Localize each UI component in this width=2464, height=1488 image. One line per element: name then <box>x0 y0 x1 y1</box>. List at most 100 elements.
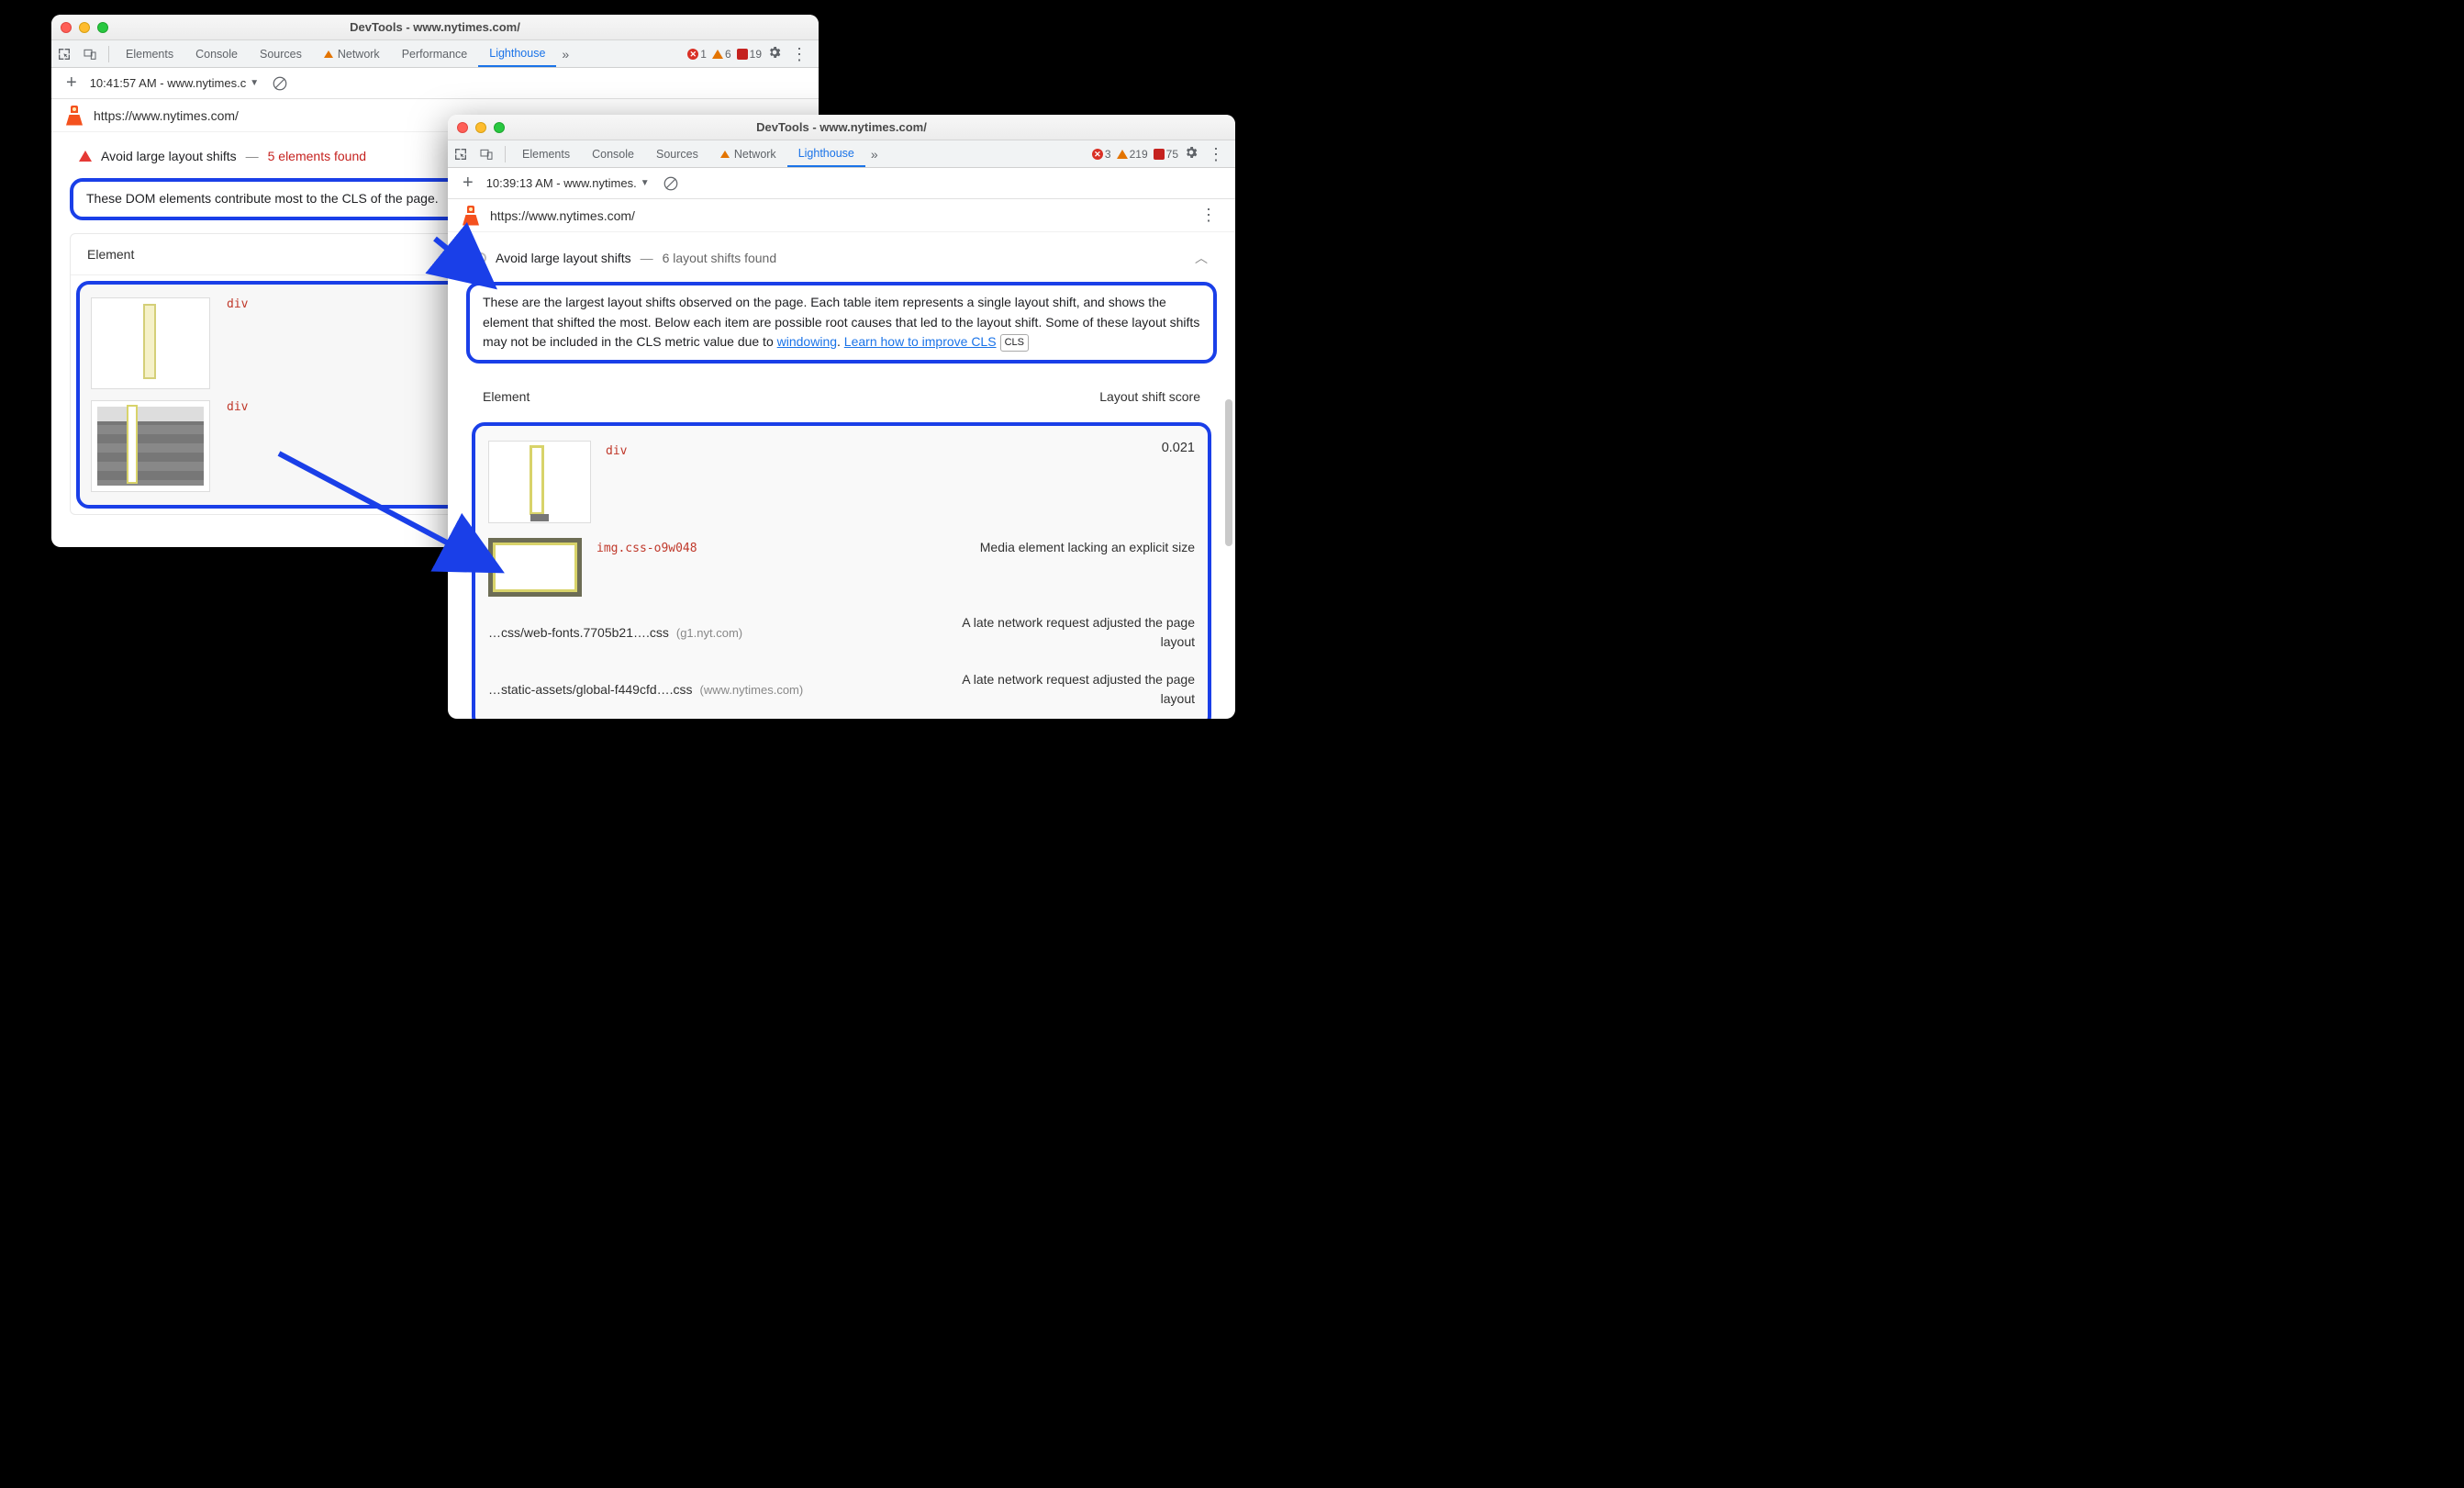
lighthouse-logo-icon <box>64 106 84 126</box>
windowing-link[interactable]: windowing <box>777 334 837 349</box>
fail-triangle-icon <box>79 151 92 162</box>
issue-count[interactable]: 19 <box>737 48 762 61</box>
zoom-dot[interactable] <box>494 122 505 133</box>
shift-row-1[interactable]: div 0.021 <box>485 433 1199 531</box>
inspect-icon[interactable] <box>51 40 77 67</box>
url-bar: https://www.nytimes.com/ ⋮ <box>448 199 1235 232</box>
element-label: div <box>606 441 627 458</box>
lighthouse-subbar: + 10:39:13 AM - www.nytimes.▼ <box>448 168 1235 199</box>
tab-performance[interactable]: Performance <box>391 40 479 67</box>
element-label: img.css-o9w048 <box>596 538 697 555</box>
clear-icon[interactable] <box>663 175 679 192</box>
zoom-dot[interactable] <box>97 22 108 33</box>
clear-icon[interactable] <box>272 75 288 92</box>
window-title: DevTools - www.nytimes.com/ <box>448 120 1235 134</box>
settings-gear-icon[interactable] <box>767 45 782 62</box>
lighthouse-subbar: + 10:41:57 AM - www.nytimes.c▼ <box>51 68 819 99</box>
more-menu-icon[interactable]: ⋮ <box>1204 146 1228 162</box>
elements-table: Element Layout shift score div 0.021 img… <box>466 376 1217 719</box>
tab-lighthouse[interactable]: Lighthouse <box>787 140 865 167</box>
thumbnail <box>488 441 591 523</box>
file-host: (www.nytimes.com) <box>700 683 804 697</box>
minimize-dot[interactable] <box>475 122 486 133</box>
cause-row-media[interactable]: img.css-o9w048 Media element lacking an … <box>485 531 1199 604</box>
cause-reason: Media element lacking an explicit size <box>980 538 1195 557</box>
thumbnail-media <box>488 538 582 597</box>
col-element: Element <box>483 389 530 404</box>
new-report-button[interactable]: + <box>455 173 481 194</box>
report-url: https://www.nytimes.com/ <box>490 208 635 223</box>
cls-chip: CLS <box>1000 334 1029 352</box>
report-dropdown[interactable]: 10:39:13 AM - www.nytimes.▼ <box>486 176 650 190</box>
traffic-lights <box>61 22 108 33</box>
tab-elements[interactable]: Elements <box>511 140 581 167</box>
devtools-window-new: DevTools - www.nytimes.com/ Elements Con… <box>448 115 1235 719</box>
lighthouse-logo-icon <box>461 206 481 226</box>
audit-title: Avoid large layout shifts <box>101 149 237 163</box>
device-icon[interactable] <box>474 140 499 167</box>
status-counters: ✕1 6 19 ⋮ <box>687 45 819 62</box>
tab-network-label: Network <box>734 148 776 161</box>
cause-reason: A late network request adjusted the page… <box>956 613 1195 652</box>
report-menu-icon[interactable]: ⋮ <box>1195 206 1222 225</box>
device-icon[interactable] <box>77 40 103 67</box>
tab-network[interactable]: Network <box>313 40 391 67</box>
desc-text: These DOM elements contribute most to th… <box>86 191 439 206</box>
col-score: Layout shift score <box>1099 389 1200 404</box>
window-title: DevTools - www.nytimes.com/ <box>51 20 819 34</box>
report-dropdown[interactable]: 10:41:57 AM - www.nytimes.c▼ <box>90 76 259 90</box>
tab-network[interactable]: Network <box>709 140 787 167</box>
new-report-button[interactable]: + <box>59 73 84 94</box>
col-element: Element <box>87 247 134 262</box>
collapse-chevron-icon[interactable]: ︿ <box>1195 249 1208 267</box>
tab-lighthouse[interactable]: Lighthouse <box>478 40 556 67</box>
audit-detail: 5 elements found <box>268 149 366 163</box>
tab-sources[interactable]: Sources <box>645 140 709 167</box>
cause-row-font-css[interactable]: …css/web-fonts.7705b21….css (g1.nyt.com)… <box>485 604 1199 661</box>
tab-console[interactable]: Console <box>184 40 249 67</box>
minimize-dot[interactable] <box>79 22 90 33</box>
titlebar: DevTools - www.nytimes.com/ <box>448 115 1235 140</box>
tabs-overflow-icon[interactable]: » <box>865 147 884 162</box>
error-count[interactable]: ✕1 <box>687 48 707 61</box>
devtools-tabbar: Elements Console Sources Network Perform… <box>51 40 819 68</box>
close-dot[interactable] <box>457 122 468 133</box>
report-url: https://www.nytimes.com/ <box>94 108 239 123</box>
thumbnail-1 <box>91 297 210 389</box>
issue-count[interactable]: 75 <box>1154 148 1178 161</box>
tab-elements[interactable]: Elements <box>115 40 184 67</box>
element-label: div <box>227 400 248 414</box>
traffic-lights <box>457 122 505 133</box>
error-count[interactable]: ✕3 <box>1092 148 1111 161</box>
audit-title: Avoid large layout shifts <box>496 251 631 265</box>
devtools-tabbar: Elements Console Sources Network Lightho… <box>448 140 1235 168</box>
dropdown-label: 10:41:57 AM - www.nytimes.c <box>90 76 247 90</box>
learn-cls-link[interactable]: Learn how to improve CLS <box>844 334 997 349</box>
panel-tabs: Elements Console Sources Network Perform… <box>115 40 556 67</box>
warning-count[interactable]: 219 <box>1117 148 1148 161</box>
titlebar: DevTools - www.nytimes.com/ <box>51 15 819 40</box>
warning-count[interactable]: 6 <box>712 48 731 61</box>
dropdown-label: 10:39:13 AM - www.nytimes. <box>486 176 637 190</box>
cause-row-global-css[interactable]: …static-assets/global-f449cfd….css (www.… <box>485 661 1199 718</box>
file-name: …css/web-fonts.7705b21….css <box>488 625 669 640</box>
audit-header[interactable]: Avoid large layout shifts — 6 layout shi… <box>466 241 1217 274</box>
sep: — <box>641 251 653 265</box>
report-content: Avoid large layout shifts — 6 layout shi… <box>448 232 1235 719</box>
panel-tabs: Elements Console Sources Network Lightho… <box>511 140 865 167</box>
shift-score: 0.021 <box>1162 441 1195 455</box>
settings-gear-icon[interactable] <box>1184 145 1199 162</box>
scrollbar-thumb[interactable] <box>1225 399 1232 546</box>
file-host: (g1.nyt.com) <box>676 626 742 640</box>
more-menu-icon[interactable]: ⋮ <box>787 46 811 62</box>
sep: — <box>246 149 259 163</box>
tab-sources[interactable]: Sources <box>249 40 313 67</box>
audit-description-highlighted: These are the largest layout shifts obse… <box>466 282 1217 364</box>
cause-reason: A late network request adjusted the page… <box>956 670 1195 709</box>
tab-console[interactable]: Console <box>581 140 645 167</box>
thumbnail-2 <box>91 400 210 492</box>
inspect-icon[interactable] <box>448 140 474 167</box>
close-dot[interactable] <box>61 22 72 33</box>
tabs-overflow-icon[interactable]: » <box>556 47 574 62</box>
tab-network-label: Network <box>338 48 380 61</box>
